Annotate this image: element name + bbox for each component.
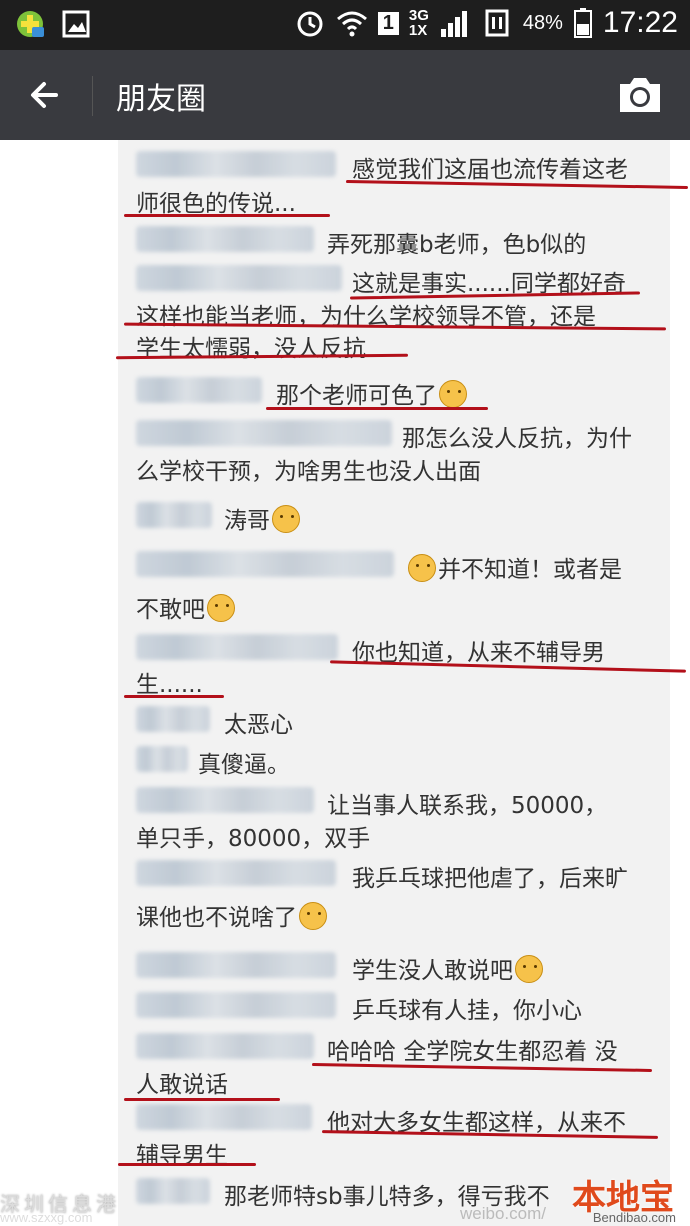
comment-text: 乒乓球有人挂，你小心 — [352, 998, 582, 1024]
back-arrow-icon[interactable] — [22, 72, 72, 118]
blurred-name — [136, 151, 336, 177]
comment-text: 单只手，80000，双手 — [136, 826, 371, 852]
comment-text: 不敢吧 — [136, 597, 205, 623]
clock: 17:22 — [602, 6, 678, 39]
title-divider — [92, 76, 93, 116]
comment-text: 真傻逼。 — [198, 752, 290, 778]
comment-text: 学生没人敢说吧 — [352, 958, 513, 984]
blurred-name — [136, 551, 394, 577]
alarm-icon — [297, 11, 323, 37]
blurred-name — [136, 1104, 312, 1130]
tears-of-joy-emoji-icon — [272, 505, 300, 533]
title-bar: 朋友圈 — [0, 50, 690, 140]
comment-text: 感觉我们这届也流传着这老 — [352, 157, 628, 183]
comment-with-emoji: 并不知道！或者是 — [406, 550, 622, 584]
blurred-name — [136, 952, 336, 978]
signal-icon — [440, 11, 467, 37]
blurred-name — [136, 226, 314, 252]
watermark-weibo: weibo.com/ — [460, 1204, 546, 1223]
comment-with-emoji: 那个老师可色了 — [276, 376, 469, 410]
smile-emoji-icon — [207, 594, 235, 622]
watermark-url: www.szxxg.com — [0, 1210, 93, 1225]
comment-with-emoji: 学生没人敢说吧 — [352, 951, 545, 985]
timeline-left-margin — [0, 140, 118, 1226]
comment-text: 让当事人联系我，50000， — [327, 793, 608, 819]
comment-text: 我乒乓球把他虐了，后来旷 — [352, 866, 628, 892]
blurred-name — [136, 746, 188, 772]
comment-text: 涛哥 — [224, 508, 270, 534]
tears-of-joy-emoji-icon — [299, 902, 327, 930]
comment-text: 哈哈哈 全学院女生都忍着 没 — [327, 1039, 618, 1065]
smile-emoji-icon — [408, 554, 436, 582]
blurred-name — [136, 787, 314, 813]
comment-text: 那个老师可色了 — [276, 383, 437, 409]
blurred-name — [136, 377, 262, 403]
battery-percent: 48% — [522, 11, 563, 34]
blurred-name — [136, 420, 392, 446]
blurred-name — [136, 1033, 314, 1059]
camera-icon[interactable] — [616, 72, 664, 118]
comment-text: 课他也不说啥了 — [136, 905, 297, 931]
watermark-logo-url: Bendibao.com — [592, 1210, 676, 1225]
blurred-name — [136, 992, 336, 1018]
blurred-name — [136, 1178, 210, 1204]
red-underline — [124, 695, 224, 698]
blurred-name — [136, 706, 210, 732]
comment-with-emoji: 不敢吧 — [136, 590, 237, 624]
wifi-icon — [336, 11, 367, 37]
blurred-name — [136, 860, 336, 886]
blurred-name — [136, 265, 342, 291]
status-bar: 1 3G 1X 48% 17:22 — [0, 0, 690, 50]
comment-text: 么学校干预，为啥男生也没人出面 — [136, 459, 481, 485]
red-underline — [266, 407, 488, 410]
comment-text: 太恶心 — [224, 712, 293, 738]
comment-text: 弄死那囊b老师，色b似的 — [327, 232, 587, 258]
page-title: 朋友圈 — [116, 82, 206, 117]
comment-text: 师很色的传说... — [136, 191, 296, 217]
comment-text: 那怎么没人反抗，为什 — [402, 426, 632, 452]
comment-text: 生...... — [136, 672, 203, 698]
network-type: 3G 1X — [409, 8, 429, 38]
comment-text: 并不知道！或者是 — [438, 557, 622, 583]
network-type-3g: 3G — [408, 7, 429, 24]
red-underline — [124, 214, 330, 217]
data-saver-icon — [485, 9, 509, 37]
dizzy-face-emoji-icon — [439, 380, 467, 408]
comment-text: 人敢说话 — [136, 1072, 228, 1098]
sad-face-emoji-icon — [515, 955, 543, 983]
network-type-1x: 1X — [408, 22, 428, 39]
blurred-name — [136, 634, 338, 660]
red-underline — [118, 1163, 256, 1166]
gallery-icon — [62, 10, 90, 38]
battery-icon — [573, 8, 592, 38]
app-notification-icon — [17, 11, 44, 37]
comment-with-emoji: 课他也不说啥了 — [136, 898, 329, 932]
red-underline — [124, 1098, 280, 1101]
comment-with-emoji: 涛哥 — [224, 501, 302, 535]
sim-indicator: 1 — [377, 11, 399, 35]
blurred-name — [136, 502, 212, 528]
